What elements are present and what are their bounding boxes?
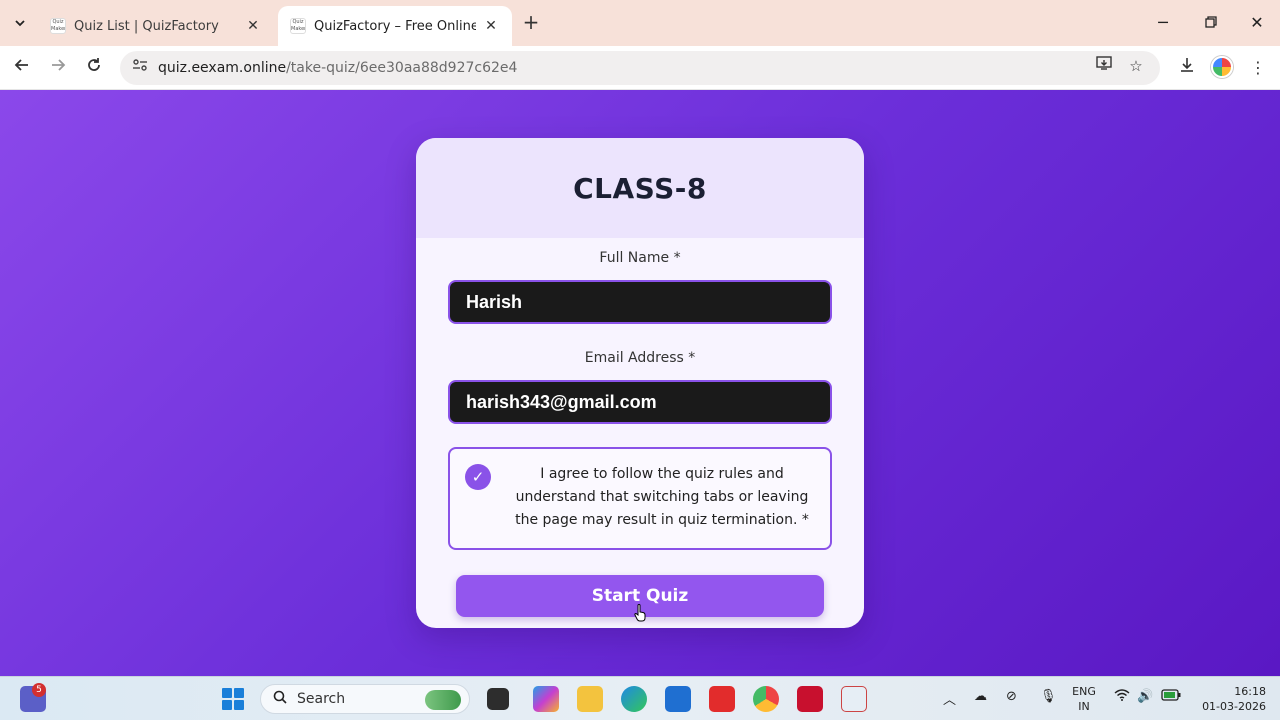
tab-search-button[interactable] <box>8 11 32 35</box>
tab-take-quiz[interactable]: Quiz Maker QuizFactory – Free Online Qui… <box>278 6 512 46</box>
windows-taskbar: 5 Search ︿ ☁ ⊘ 🎙 ENG IN 🔊 16:18 01-03-20… <box>0 676 1280 720</box>
quiz-start-card: CLASS-8 Full Name * Email Address * ✓ I … <box>416 138 864 628</box>
page-background: CLASS-8 Full Name * Email Address * ✓ I … <box>0 90 1280 676</box>
new-tab-button[interactable]: + <box>520 12 542 34</box>
site-info-icon[interactable] <box>130 58 150 78</box>
card-header: CLASS-8 <box>416 138 864 238</box>
url-path: /take-quiz/6ee30aa88d927c62e4 <box>286 60 518 76</box>
search-placeholder: Search <box>297 691 346 707</box>
language-indicator[interactable]: ENG IN <box>1068 684 1100 714</box>
wps-office-icon[interactable] <box>709 686 735 712</box>
wifi-icon[interactable] <box>1114 689 1130 705</box>
hand-cursor-icon <box>634 604 646 622</box>
microphone-icon[interactable]: 🎙 <box>1040 689 1057 704</box>
bookmark-star-icon[interactable]: ☆ <box>1124 54 1148 78</box>
arrow-right-icon <box>52 59 66 71</box>
chrome-icon[interactable] <box>753 686 779 712</box>
search-highlight-icon <box>425 690 461 710</box>
quiz-title: CLASS-8 <box>573 171 707 205</box>
quizfactory-favicon-icon: Quiz Maker <box>50 18 66 34</box>
email-label: Email Address * <box>584 350 696 366</box>
tab-title: QuizFactory – Free Online Quiz <box>314 18 476 34</box>
pdf-reader-icon[interactable] <box>797 686 823 712</box>
battery-icon[interactable] <box>1161 689 1181 705</box>
sync-off-icon[interactable]: ⊘ <box>1006 689 1017 704</box>
close-tab-icon[interactable]: ✕ <box>244 18 262 34</box>
browser-toolbar: quiz.eexam.online/take-quiz/6ee30aa88d92… <box>0 46 1280 90</box>
reload-button[interactable] <box>80 54 108 82</box>
system-clock[interactable]: 16:18 01-03-2026 <box>1196 684 1266 714</box>
browser-tab-strip: Quiz Maker Quiz List | QuizFactory ✕ Qui… <box>0 0 1280 46</box>
minimize-button[interactable]: ─ <box>1148 10 1178 36</box>
install-app-icon[interactable] <box>1092 54 1116 78</box>
microsoft-store-icon[interactable] <box>665 686 691 712</box>
taskbar-search[interactable]: Search <box>260 684 470 714</box>
windows-start-icon[interactable] <box>222 688 244 710</box>
restore-icon <box>1205 16 1217 28</box>
address-bar[interactable]: quiz.eexam.online/take-quiz/6ee30aa88d92… <box>120 51 1160 85</box>
language-region: IN <box>1078 700 1090 713</box>
downloads-icon[interactable] <box>1173 54 1201 82</box>
agreement-box[interactable]: ✓ I agree to follow the quiz rules and u… <box>448 447 832 550</box>
snipping-tool-icon[interactable] <box>841 686 867 712</box>
notification-badge: 5 <box>32 683 46 697</box>
volume-icon[interactable]: 🔊 <box>1137 689 1153 704</box>
full-name-label: Full Name * <box>599 250 681 266</box>
edge-browser-icon[interactable] <box>621 686 647 712</box>
chevron-down-icon <box>15 20 25 27</box>
forward-button[interactable] <box>44 54 72 82</box>
microsoft-365-icon[interactable] <box>533 686 559 712</box>
arrow-left-icon <box>14 59 28 71</box>
back-button[interactable] <box>8 54 36 82</box>
reload-icon <box>88 58 100 71</box>
tab-quiz-list[interactable]: Quiz Maker Quiz List | QuizFactory ✕ <box>38 6 274 46</box>
cloud-icon[interactable]: ☁ <box>974 689 987 704</box>
window-close-button[interactable]: ✕ <box>1242 10 1272 36</box>
chevron-up-icon[interactable]: ︿ <box>943 689 956 708</box>
agreement-text: I agree to follow the quiz rules and und… <box>515 466 809 528</box>
profile-avatar[interactable] <box>1211 56 1233 78</box>
url-host: quiz.eexam.online <box>158 60 287 76</box>
menu-kebab-icon[interactable]: ⋮ <box>1244 54 1272 82</box>
task-view-icon[interactable] <box>487 688 509 710</box>
clock-date: 01-03-2026 <box>1202 700 1266 713</box>
email-input[interactable] <box>448 380 832 424</box>
search-icon <box>273 690 287 708</box>
quizfactory-favicon-icon: Quiz Maker <box>290 18 306 34</box>
file-explorer-icon[interactable] <box>577 686 603 712</box>
restore-button[interactable] <box>1196 10 1226 36</box>
checkmark-icon[interactable]: ✓ <box>465 464 491 490</box>
full-name-input[interactable] <box>448 280 832 324</box>
tab-title: Quiz List | QuizFactory <box>74 18 219 34</box>
close-tab-icon[interactable]: ✕ <box>482 18 500 34</box>
language-code: ENG <box>1072 685 1096 698</box>
clock-time: 16:18 <box>1234 685 1266 698</box>
